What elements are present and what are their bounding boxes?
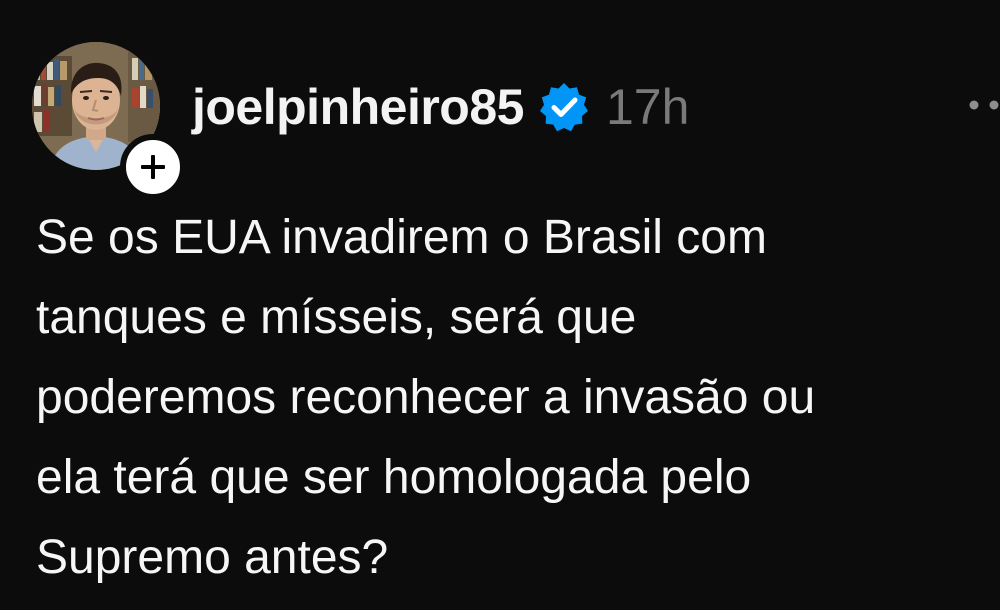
post-text: Se os EUA invadirem o Brasil com tanques…: [36, 198, 986, 598]
post-text-line: Se os EUA invadirem o Brasil com: [36, 211, 767, 264]
verified-badge-icon: [538, 81, 590, 133]
post-timestamp: 17h: [605, 79, 690, 135]
post: joelpinheiro85 17h Se os EUA invadirem o…: [0, 0, 1000, 610]
post-text-line: Supremo antes?: [36, 531, 389, 584]
post-header: joelpinheiro85 17h: [192, 72, 689, 142]
post-text-line: poderemos reconhecer a invasão ou: [36, 371, 816, 424]
follow-button[interactable]: [120, 134, 186, 200]
plus-icon: [141, 155, 165, 179]
post-text-line: tanques e mísseis, será que: [36, 291, 637, 344]
avatar-container: [32, 42, 186, 200]
username-link[interactable]: joelpinheiro85: [192, 78, 524, 136]
more-dots-icon[interactable]: [960, 90, 1000, 120]
post-text-line: ela terá que ser homologada pelo: [36, 451, 752, 504]
